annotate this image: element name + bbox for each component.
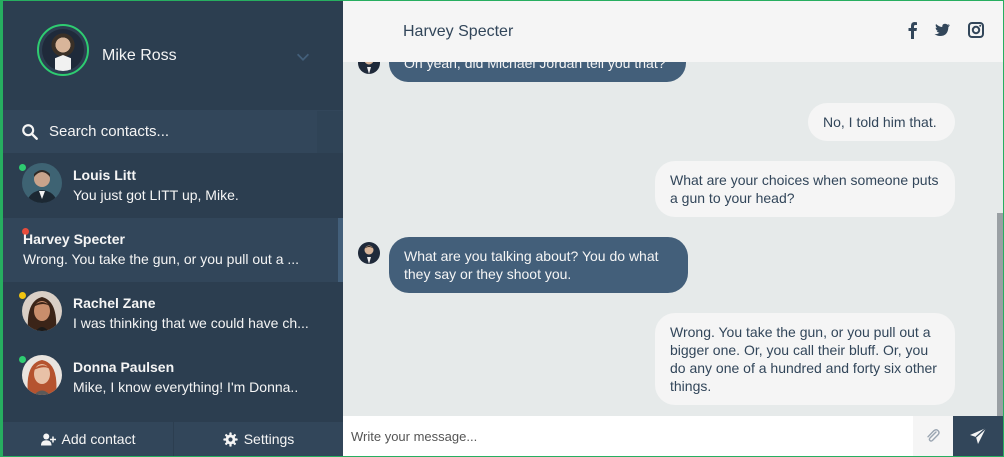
search-input[interactable]: Search contacts... <box>49 123 169 140</box>
message-text: What are your choices when someone puts … <box>670 172 939 206</box>
contact-avatar <box>358 242 380 264</box>
contact-avatar <box>358 62 380 74</box>
gear-icon <box>223 431 238 447</box>
profile-avatar[interactable] <box>37 24 89 76</box>
search-divider <box>317 111 343 153</box>
chat-header: Harvey Specter <box>343 1 1003 62</box>
contact-list: Louis Litt You just got LITT up, Mike. H… <box>3 154 343 422</box>
scrollbar[interactable] <box>997 213 1003 416</box>
add-contact-button[interactable]: Add contact <box>3 422 173 456</box>
contact-preview: You just got LITT up, Mike. <box>73 187 239 203</box>
contact-name: Rachel Zane <box>73 295 156 311</box>
message-text: Oh yeah, did Michael Jordan tell you tha… <box>404 62 666 71</box>
twitter-icon[interactable] <box>933 21 951 39</box>
message-bubble-reply: Wrong. You take the gun, or you pull out… <box>655 313 955 405</box>
contact-item-rachel[interactable]: Rachel Zane I was thinking that we could… <box>3 282 343 346</box>
message-bubble-reply: No, I told him that. <box>808 103 955 141</box>
status-dot <box>19 356 26 363</box>
message-composer <box>343 416 1003 456</box>
contact-name: Louis Litt <box>73 167 136 183</box>
contact-avatar <box>22 163 62 203</box>
contact-name: Harvey Specter <box>23 231 125 247</box>
contact-item-donna[interactable]: Donna Paulsen Mike, I know everything! I… <box>3 346 343 410</box>
chat-contact-name: Harvey Specter <box>403 23 514 40</box>
paperclip-icon <box>927 429 940 442</box>
contact-preview: Wrong. You take the gun, or you pull out… <box>23 251 300 267</box>
contact-preview: Mike, I know everything! I'm Donna.. <box>73 379 299 395</box>
contact-preview: I was thinking that we could have ch... <box>73 315 309 331</box>
message-list: Oh yeah, did Michael Jordan tell you tha… <box>343 62 1003 416</box>
instagram-icon[interactable] <box>967 21 985 39</box>
contact-item-harvey[interactable]: Harvey Specter Wrong. You take the gun, … <box>3 218 343 282</box>
profile-name: Mike Ross <box>102 47 177 64</box>
status-dot <box>19 164 26 171</box>
status-dot <box>19 292 26 299</box>
facebook-icon[interactable] <box>904 21 922 39</box>
app-frame: Mike Ross Search contacts... Louis Litt … <box>0 0 1004 457</box>
sidebar-bottom-bar: Add contact Settings <box>3 422 343 456</box>
message-bubble-sent: What are you talking about? You do what … <box>389 237 688 293</box>
attach-button[interactable] <box>913 416 953 456</box>
contact-avatar <box>22 355 62 395</box>
user-plus-icon <box>40 433 56 445</box>
message-input[interactable] <box>343 416 913 456</box>
profile-photo <box>42 29 84 71</box>
message-text: Wrong. You take the gun, or you pull out… <box>670 324 937 394</box>
message-text: No, I told him that. <box>823 114 937 130</box>
search-bar[interactable]: Search contacts... <box>3 111 343 153</box>
message-bubble-reply: What are your choices when someone puts … <box>655 161 955 217</box>
profile-header: Mike Ross <box>3 1 343 111</box>
chat-panel: Oh yeah, did Michael Jordan tell you tha… <box>343 1 1003 456</box>
settings-button[interactable]: Settings <box>173 422 343 456</box>
search-icon <box>22 124 38 140</box>
contact-name: Donna Paulsen <box>73 359 175 375</box>
chevron-down-icon[interactable] <box>294 48 312 66</box>
send-button[interactable] <box>953 416 1003 456</box>
message-bubble-sent: Oh yeah, did Michael Jordan tell you tha… <box>389 62 686 82</box>
contact-avatar <box>22 291 62 331</box>
contact-item-louis[interactable]: Louis Litt You just got LITT up, Mike. <box>3 154 343 218</box>
send-icon <box>970 427 987 444</box>
sidebar: Mike Ross Search contacts... Louis Litt … <box>1 1 343 456</box>
settings-label: Settings <box>243 431 295 447</box>
message-text: What are you talking about? You do what … <box>404 248 659 282</box>
add-contact-label: Add contact <box>61 431 136 447</box>
